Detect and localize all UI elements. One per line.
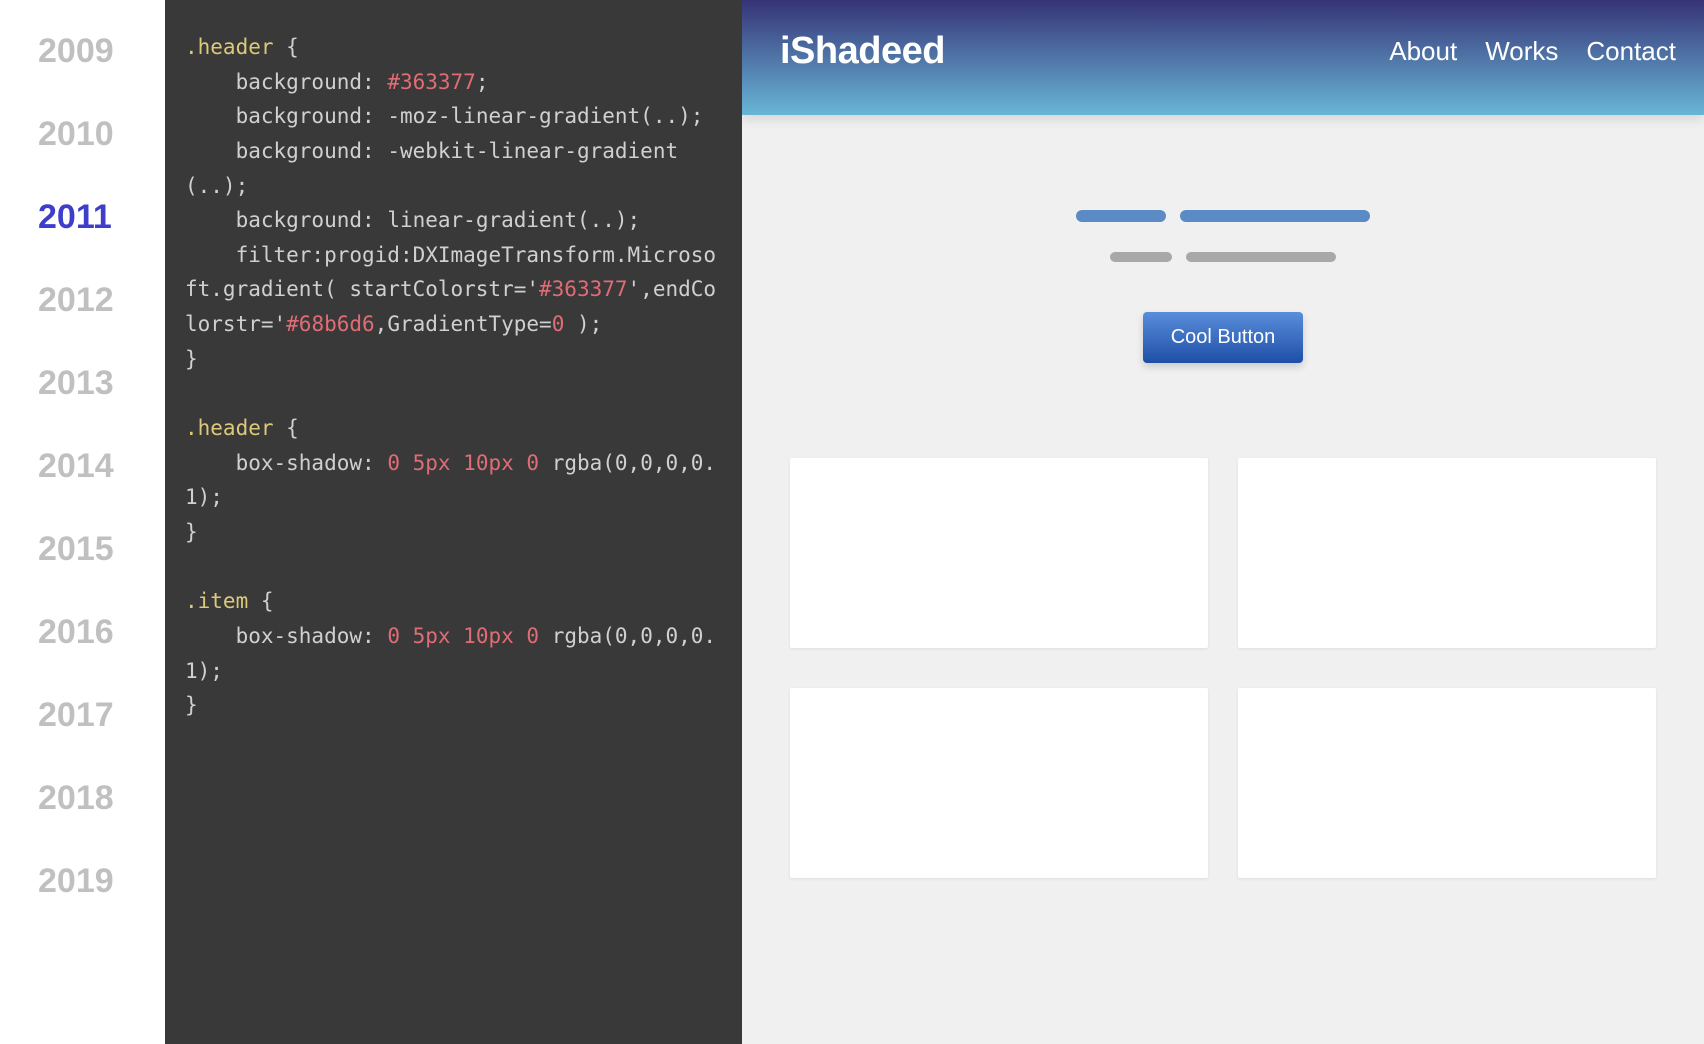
code-selector: .header bbox=[185, 416, 274, 440]
skeleton-bar bbox=[1076, 210, 1166, 222]
hero: Cool Button bbox=[742, 115, 1704, 423]
year-2014[interactable]: 2014 bbox=[0, 425, 165, 508]
code-selector: .header bbox=[185, 35, 274, 59]
preview-panel: iShadeed About Works Contact Cool Button bbox=[742, 0, 1704, 1044]
code-prop: box-shadow bbox=[236, 624, 362, 648]
code-filter: filter:progid bbox=[236, 243, 400, 267]
year-2016[interactable]: 2016 bbox=[0, 591, 165, 674]
code-prop: background bbox=[236, 208, 362, 232]
year-2018[interactable]: 2018 bbox=[0, 757, 165, 840]
grid-item[interactable] bbox=[1238, 688, 1656, 878]
skeleton-bar bbox=[1186, 252, 1336, 262]
year-2012[interactable]: 2012 bbox=[0, 259, 165, 342]
logo[interactable]: iShadeed bbox=[780, 30, 945, 73]
nav-about[interactable]: About bbox=[1389, 36, 1457, 67]
code-value: 0 5px 10px 0 bbox=[387, 451, 539, 475]
skeleton-bar bbox=[1180, 210, 1370, 222]
code-prop: background bbox=[236, 70, 362, 94]
code-value: -moz-linear-gradient(..) bbox=[387, 104, 690, 128]
year-2009[interactable]: 2009 bbox=[0, 10, 165, 93]
year-2019[interactable]: 2019 bbox=[0, 840, 165, 923]
code-value: linear-gradient(..) bbox=[387, 208, 627, 232]
code-prop: background bbox=[236, 104, 362, 128]
nav-contact[interactable]: Contact bbox=[1586, 36, 1676, 67]
year-2015[interactable]: 2015 bbox=[0, 508, 165, 591]
year-2011[interactable]: 2011 bbox=[0, 176, 165, 259]
year-2017[interactable]: 2017 bbox=[0, 674, 165, 757]
code-prop: box-shadow bbox=[236, 451, 362, 475]
grid-item[interactable] bbox=[1238, 458, 1656, 648]
preview-header: iShadeed About Works Contact bbox=[742, 0, 1704, 115]
grid-item[interactable] bbox=[790, 458, 1208, 648]
year-sidebar: 2009 2010 2011 2012 2013 2014 2015 2016 … bbox=[0, 0, 165, 1044]
code-value: 0 5px 10px 0 bbox=[387, 624, 539, 648]
item-grid bbox=[742, 423, 1704, 878]
code-prop: background bbox=[236, 139, 362, 163]
hero-heading-skeleton bbox=[742, 210, 1704, 222]
nav: About Works Contact bbox=[1389, 36, 1676, 67]
code-panel: .header { background: #363377; backgroun… bbox=[165, 0, 742, 1044]
year-2010[interactable]: 2010 bbox=[0, 93, 165, 176]
hero-subheading-skeleton bbox=[742, 252, 1704, 262]
skeleton-bar bbox=[1110, 252, 1172, 262]
year-2013[interactable]: 2013 bbox=[0, 342, 165, 425]
grid-item[interactable] bbox=[790, 688, 1208, 878]
cool-button[interactable]: Cool Button bbox=[1143, 312, 1304, 363]
code-selector: .item bbox=[185, 589, 248, 613]
nav-works[interactable]: Works bbox=[1485, 36, 1558, 67]
code-value: #363377 bbox=[387, 70, 476, 94]
